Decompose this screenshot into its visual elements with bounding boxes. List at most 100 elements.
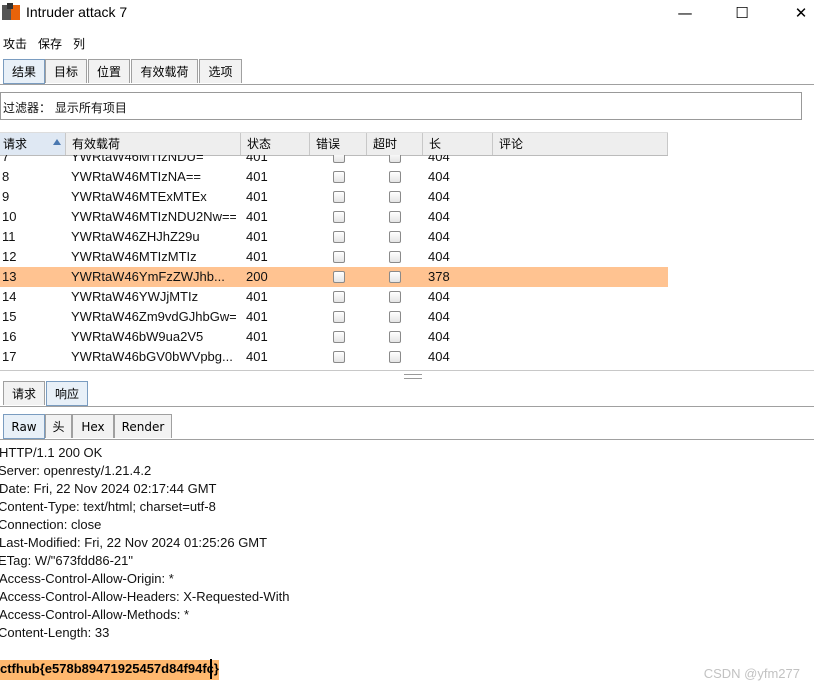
results-table-header: 请求 有效载荷 状态 错误 超时 长 评论 (0, 132, 668, 156)
cell-status: 401 (246, 329, 268, 344)
error-checkbox (333, 291, 345, 303)
table-row[interactable]: 8 YWRtaW46MTIzNA== 401 404 (0, 167, 668, 187)
cell-payload: YWRtaW46MTIzNA== (71, 169, 202, 184)
error-checkbox (333, 331, 345, 343)
cell-request: 16 (2, 329, 17, 344)
cell-status: 401 (246, 209, 268, 224)
table-row[interactable]: 10 YWRtaW46MTIzNDU2Nw== 401 404 (0, 207, 668, 227)
column-comment[interactable]: 评论 (493, 133, 668, 155)
split-pane-handle[interactable] (404, 374, 422, 379)
maximize-icon: ☐ (735, 4, 749, 22)
text-cursor (210, 659, 212, 679)
tab-options[interactable]: 选项 (199, 59, 242, 83)
cell-request: 17 (2, 349, 17, 364)
cell-request: 8 (2, 169, 10, 184)
cell-payload: YWRtaW46YWJjMTIz (71, 289, 199, 304)
tab-hex[interactable]: Hex (72, 414, 114, 438)
menu-columns[interactable]: 列 (73, 35, 85, 52)
cell-length: 404 (428, 349, 450, 364)
timeout-checkbox (389, 211, 401, 223)
response-line: Date: Fri, 22 Nov 2024 02:17:44 GMT (0, 481, 217, 496)
column-request[interactable]: 请求 (0, 133, 66, 155)
cell-payload: YWRtaW46YmFzZWJhb... (71, 269, 225, 284)
column-error[interactable]: 错误 (310, 133, 367, 155)
cell-request: 11 (2, 229, 16, 244)
menu-attack[interactable]: 攻击 (3, 35, 27, 52)
cell-length: 404 (428, 329, 450, 344)
close-icon: ✕ (794, 4, 808, 22)
cell-payload: YWRtaW46ZHJhZ29u (71, 229, 200, 244)
table-row[interactable]: 7 YWRtaW46MTIzNDU= 401 404 (0, 155, 668, 167)
title-bar: Intruder attack 7 — ☐ ✕ (0, 0, 814, 26)
response-line: Content-Length: 33 (0, 625, 110, 640)
response-line: Last-Modified: Fri, 22 Nov 2024 01:25:26… (0, 535, 268, 550)
cell-status: 401 (246, 189, 268, 204)
error-checkbox (333, 271, 345, 283)
table-row[interactable]: 15 YWRtaW46Zm9vdGJhbGw= 401 404 (0, 307, 668, 327)
cell-length: 404 (428, 209, 450, 224)
table-row[interactable]: 12 YWRtaW46MTIzMTIz 401 404 (0, 247, 668, 267)
timeout-checkbox (389, 171, 401, 183)
filter-bar[interactable]: 过滤器： 显示所有项目 (0, 92, 802, 120)
cell-request: 9 (2, 189, 10, 204)
response-line: Access-Control-Allow-Methods: * (0, 607, 190, 622)
cell-payload: YWRtaW46MTIzNDU= (71, 155, 204, 164)
error-checkbox (333, 311, 345, 323)
response-line: Connection: close (0, 517, 102, 532)
timeout-checkbox (389, 231, 401, 243)
cell-status: 200 (246, 269, 268, 284)
tab-positions[interactable]: 位置 (88, 59, 130, 83)
table-row[interactable]: 17 YWRtaW46bGV0bWVpbg... 401 404 (0, 347, 668, 367)
tab-request[interactable]: 请求 (3, 381, 45, 405)
burp-app-icon (2, 3, 20, 20)
watermark: CSDN @yfm277 (703, 666, 800, 681)
cell-request: 10 (2, 209, 17, 224)
column-payload[interactable]: 有效载荷 (66, 133, 241, 155)
cell-status: 401 (246, 309, 268, 324)
table-row-selected[interactable]: 13 YWRtaW46YmFzZWJhb... 200 378 (0, 267, 668, 287)
minimize-icon: — (677, 4, 693, 22)
timeout-checkbox (389, 251, 401, 263)
tab-results[interactable]: 结果 (3, 59, 45, 84)
cell-payload: YWRtaW46MTExMTEx (71, 189, 207, 204)
cell-length: 404 (428, 289, 450, 304)
cell-status: 401 (246, 155, 268, 164)
column-timeout[interactable]: 超时 (367, 133, 423, 155)
menu-save[interactable]: 保存 (38, 35, 62, 52)
minimize-button[interactable]: — (662, 0, 708, 26)
cell-length: 378 (428, 269, 450, 284)
response-line: HTTP/1.1 200 OK (0, 445, 103, 460)
tab-headers[interactable]: 头 (45, 414, 72, 438)
tab-raw[interactable]: Raw (3, 414, 45, 439)
tab-render[interactable]: Render (114, 414, 172, 438)
detail-tab-bar: 请求 响应 (0, 381, 814, 407)
cell-length: 404 (428, 155, 450, 164)
maximize-button[interactable]: ☐ (719, 0, 765, 26)
view-tab-bar: Raw 头 Hex Render (0, 414, 814, 440)
table-row[interactable]: 11 YWRtaW46ZHJhZ29u 401 404 (0, 227, 668, 247)
column-length[interactable]: 长 (423, 133, 493, 155)
tab-payloads[interactable]: 有效载荷 (131, 59, 198, 83)
column-status[interactable]: 状态 (241, 133, 310, 155)
sort-ascending-icon (53, 139, 61, 145)
main-tab-bar: 结果 目标 位置 有效载荷 选项 (0, 59, 814, 85)
flag-text: ctfhub{e578b89471925457d84f94fc} (0, 660, 219, 680)
table-row[interactable]: 9 YWRtaW46MTExMTEx 401 404 (0, 187, 668, 207)
cell-request: 12 (2, 249, 17, 264)
cell-payload: YWRtaW46MTIzNDU2Nw== (71, 209, 236, 224)
close-button[interactable]: ✕ (778, 0, 814, 26)
column-request-label: 请求 (3, 137, 28, 151)
cell-request: 7 (2, 155, 10, 164)
tab-target[interactable]: 目标 (45, 59, 87, 83)
table-row[interactable]: 14 YWRtaW46YWJjMTIz 401 404 (0, 287, 668, 307)
cell-status: 401 (246, 229, 268, 244)
cell-payload: YWRtaW46Zm9vdGJhbGw= (71, 309, 236, 324)
tab-response[interactable]: 响应 (46, 381, 88, 406)
table-row[interactable]: 16 YWRtaW46bW9ua2V5 401 404 (0, 327, 668, 347)
error-checkbox (333, 155, 345, 163)
error-checkbox (333, 211, 345, 223)
cell-status: 401 (246, 169, 268, 184)
cell-length: 404 (428, 189, 450, 204)
filter-label: 过滤器： 显示所有项目 (3, 101, 127, 115)
response-line: Server: openresty/1.21.4.2 (0, 463, 152, 478)
